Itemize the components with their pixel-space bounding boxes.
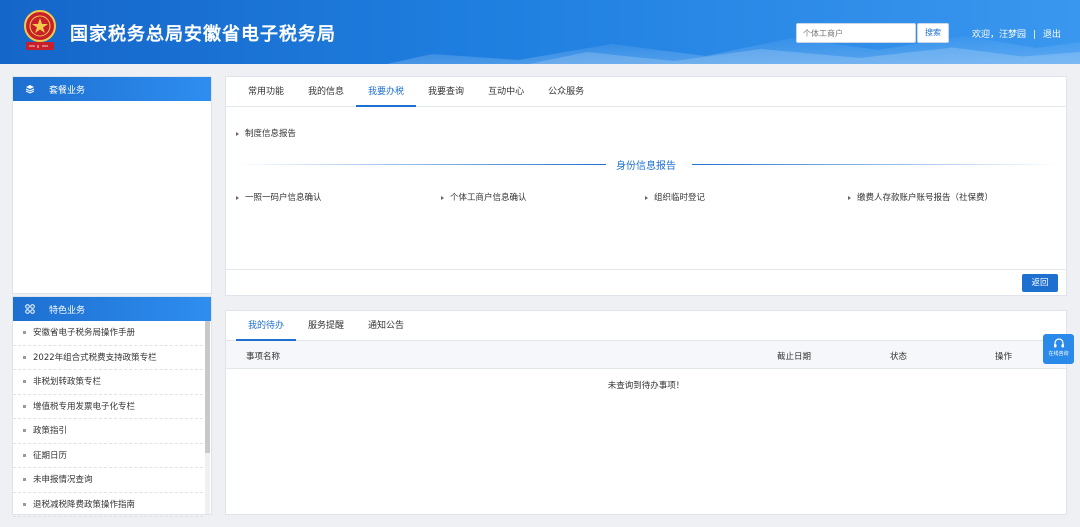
table-header: 事项名称 截止日期 状态 操作 (226, 341, 1066, 369)
tab-my-info[interactable]: 我的信息 (296, 77, 356, 106)
list-item[interactable]: 征期日历 (13, 444, 203, 468)
tab-service-reminder[interactable]: 服务提醒 (296, 311, 356, 340)
group-title: 身份信息报告 (236, 157, 1058, 172)
list-item-label: 非税划转政策专栏 (33, 377, 102, 387)
tab-common-functions[interactable]: 常用功能 (236, 77, 296, 106)
group-title-text: 身份信息报告 (616, 161, 676, 172)
package-business-title: 套餐业务 (49, 85, 86, 96)
featured-business-header[interactable]: 特色业务 (13, 297, 211, 321)
tab-notices[interactable]: 通知公告 (356, 311, 416, 340)
search-input[interactable] (796, 23, 916, 43)
caret-right-icon (236, 195, 239, 200)
welcome-text: 欢迎，汪梦园 (972, 30, 1027, 40)
caret-right-icon (645, 195, 648, 200)
caret-right-icon (441, 195, 444, 200)
column-header-status: 状态 (890, 352, 908, 362)
caret-right-icon (236, 131, 239, 136)
item-label: 缴费人存款账户账号报告（社保费） (857, 193, 994, 203)
package-business-header[interactable]: 套餐业务 (13, 77, 211, 101)
search-button[interactable]: 搜索 (917, 23, 949, 43)
column-header-name: 事项名称 (246, 352, 281, 362)
separator: | (1032, 30, 1036, 40)
list-item-label: 增值税专用发票电子化专栏 (33, 401, 136, 412)
item-temporary-registration[interactable]: 组织临时登记 (645, 191, 705, 203)
tab-query[interactable]: 我要查询 (416, 77, 476, 106)
business-panel: 常用功能 我的信息 我要办税 我要查询 互动中心 公众服务 制度信息报告 身份信… (225, 76, 1067, 296)
list-item-label: 未申报情况查询 (33, 475, 93, 485)
tab-do-tax[interactable]: 我要办税 (356, 77, 417, 107)
list-item-label: 政策指引 (33, 426, 68, 436)
headset-icon (1053, 338, 1064, 348)
list-item[interactable]: 2022年组合式税费支持政策专栏 (13, 346, 203, 370)
list-item[interactable]: 政策指引 (13, 419, 203, 444)
column-header-deadline: 截止日期 (777, 352, 812, 362)
todo-panel: 我的待办 服务提醒 通知公告 事项名称 截止日期 状态 操作 未查询到待办事项！ (225, 310, 1067, 515)
tax-emblem-icon (24, 10, 56, 50)
item-deposit-account-report[interactable]: 缴费人存款账户账号报告（社保费） (848, 191, 993, 203)
tab-public-service[interactable]: 公众服务 (536, 77, 596, 106)
todo-tabs: 我的待办 服务提醒 通知公告 (226, 311, 1066, 341)
item-label: 组织临时登记 (654, 193, 706, 203)
logout-link[interactable]: 退出 (1043, 30, 1061, 40)
site-title: 国家税务总局安徽省电子税务局 (70, 24, 336, 45)
online-consult-button[interactable]: 在线咨询 (1043, 334, 1074, 364)
layers-icon (25, 85, 35, 94)
system-info-report-link[interactable]: 制度信息报告 (236, 127, 296, 139)
empty-message: 未查询到待办事项！ (607, 381, 685, 391)
featured-business-panel: 特色业务 安徽省电子税务局操作手册 2022年组合式税费支持政策专栏 非税划转政… (12, 296, 212, 517)
list-item[interactable]: 未申报情况查询 (13, 468, 203, 493)
list-item[interactable]: 退税减税降费政策操作指南 (13, 493, 203, 517)
list-item-label: 征期日历 (33, 450, 68, 461)
back-button[interactable]: 返回 (1022, 274, 1058, 292)
user-area: 欢迎，汪梦园 | 退出 (972, 27, 1065, 40)
panel-footer: 返回 (226, 269, 1066, 295)
grid-icon (25, 304, 35, 314)
list-item-label: 2022年组合式税费支持政策专栏 (33, 352, 157, 363)
tab-interaction[interactable]: 互动中心 (476, 77, 536, 106)
item-label: 个体工商户信息确认 (450, 193, 527, 203)
divider-line (236, 164, 606, 165)
item-individual-business-confirm[interactable]: 个体工商户信息确认 (441, 191, 527, 203)
top-header: 国家税务总局安徽省电子税务局 搜索 欢迎，汪梦园 | 退出 (0, 0, 1080, 64)
package-business-panel: 套餐业务 (12, 76, 212, 294)
section-link-label: 制度信息报告 (245, 129, 297, 139)
scrollbar-thumb[interactable] (205, 321, 210, 453)
list-item[interactable]: 安徽省电子税务局操作手册 (13, 321, 203, 346)
online-consult-label: 在线咨询 (1048, 351, 1069, 357)
list-item[interactable]: 增值税专用发票电子化专栏 (13, 395, 203, 419)
tab-my-todo[interactable]: 我的待办 (236, 311, 297, 341)
caret-right-icon (848, 195, 851, 200)
item-unified-code-confirm[interactable]: 一照一码户信息确认 (236, 191, 322, 203)
divider-line (692, 164, 1058, 165)
item-label: 一照一码户信息确认 (245, 193, 322, 203)
main-tabs: 常用功能 我的信息 我要办税 我要查询 互动中心 公众服务 (226, 77, 1066, 107)
list-item-label: 退税减税降费政策操作指南 (33, 499, 136, 510)
list-item[interactable]: 非税划转政策专栏 (13, 370, 203, 395)
featured-list: 安徽省电子税务局操作手册 2022年组合式税费支持政策专栏 非税划转政策专栏 增… (13, 321, 211, 517)
featured-business-title: 特色业务 (49, 305, 86, 316)
list-item-label: 安徽省电子税务局操作手册 (33, 328, 136, 338)
column-header-action: 操作 (995, 352, 1013, 362)
